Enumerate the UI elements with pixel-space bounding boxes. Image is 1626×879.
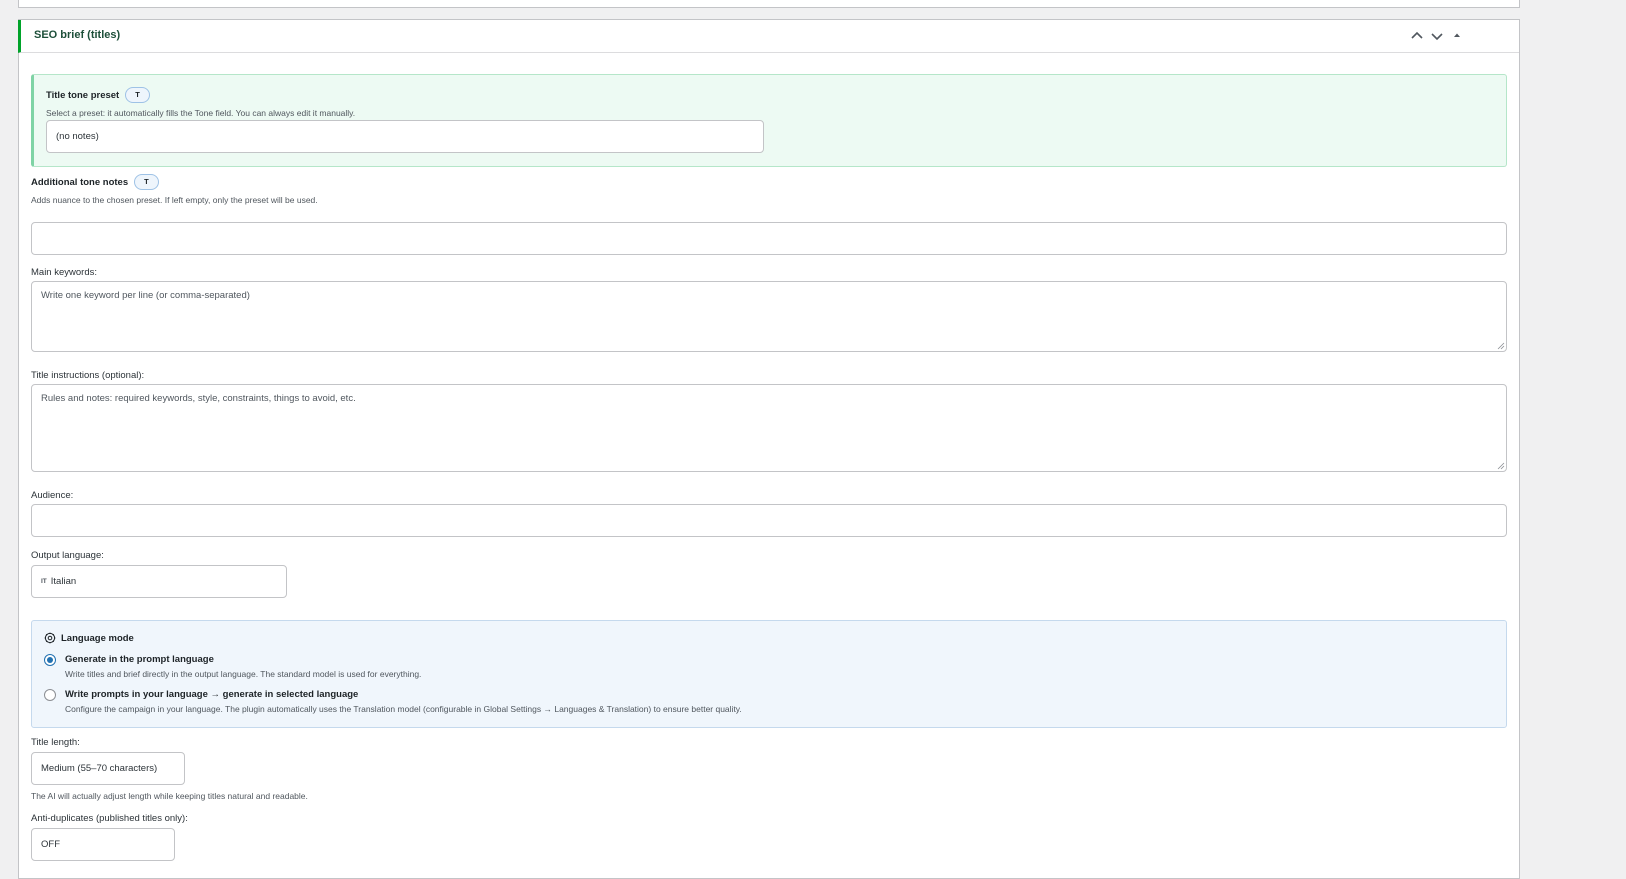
panel-title: SEO brief (titles)	[34, 29, 121, 41]
title-instructions-textarea[interactable]: Rules and notes: required keywords, styl…	[31, 384, 1507, 472]
title-length-select[interactable]: Medium (55–70 characters)	[31, 752, 185, 785]
resize-grip-icon[interactable]	[1497, 462, 1505, 470]
language-mode-box: Language mode Generate in the prompt lan…	[31, 620, 1507, 728]
option-prompt-language-description: Write titles and brief directly in the o…	[65, 669, 422, 679]
tone-preset-badge[interactable]: T	[125, 87, 150, 103]
title-instructions-placeholder: Rules and notes: required keywords, styl…	[41, 393, 356, 404]
main-keywords-label: Main keywords:	[31, 267, 97, 278]
anti-duplicates-select[interactable]: OFF	[31, 828, 175, 861]
tone-preset-label: Title tone preset	[46, 89, 120, 101]
previous-panel-edge	[18, 0, 1520, 8]
anti-duplicates-value: OFF	[41, 839, 60, 850]
language-mode-title: Language mode	[61, 632, 134, 644]
additional-tone-input[interactable]	[31, 222, 1507, 255]
resize-grip-icon[interactable]	[1497, 342, 1505, 350]
italy-flag-icon: IT	[41, 578, 47, 585]
audience-input[interactable]	[31, 504, 1507, 537]
title-length-value: Medium (55–70 characters)	[41, 763, 158, 774]
option-translate-mode-title: Write prompts in your language → generat…	[65, 689, 359, 700]
tone-preset-description: Select a preset: it automatically fills …	[46, 108, 356, 118]
move-down-icon[interactable]	[1428, 27, 1446, 45]
output-language-value: Italian	[50, 576, 77, 587]
tone-preset-select[interactable]: (no notes)	[46, 120, 764, 153]
tone-preset-box: Title tone preset T Select a preset: it …	[31, 74, 1507, 167]
seo-brief-panel: SEO brief (titles) Title tone preset T S…	[18, 19, 1520, 879]
audience-label: Audience:	[31, 490, 74, 501]
tone-preset-value: (no notes)	[56, 131, 99, 142]
collapse-toggle-icon[interactable]	[1448, 27, 1466, 45]
additional-tone-badge[interactable]: T	[134, 174, 159, 190]
radio-translate-mode[interactable]	[44, 689, 56, 701]
option-prompt-language-title: Generate in the prompt language	[65, 654, 214, 665]
output-language-label: Output language:	[31, 550, 104, 561]
panel-header[interactable]: SEO brief (titles)	[18, 20, 1519, 53]
title-length-note: The AI will actually adjust length while…	[31, 791, 308, 801]
additional-tone-label: Additional tone notes	[31, 176, 129, 188]
additional-tone-description: Adds nuance to the chosen preset. If lef…	[31, 195, 318, 205]
main-keywords-textarea[interactable]: Write one keyword per line (or comma-sep…	[31, 281, 1507, 352]
output-language-select[interactable]: IT Italian	[31, 565, 287, 598]
anti-duplicates-label: Anti-duplicates (published titles only):	[31, 813, 188, 824]
option-translate-mode-description: Configure the campaign in your language.…	[65, 704, 742, 714]
radio-prompt-language[interactable]	[44, 654, 56, 666]
title-instructions-label: Title instructions (optional):	[31, 370, 145, 381]
gear-icon	[44, 632, 56, 644]
title-length-label: Title length:	[31, 737, 80, 748]
move-up-icon[interactable]	[1408, 27, 1426, 45]
main-keywords-placeholder: Write one keyword per line (or comma-sep…	[41, 290, 250, 301]
